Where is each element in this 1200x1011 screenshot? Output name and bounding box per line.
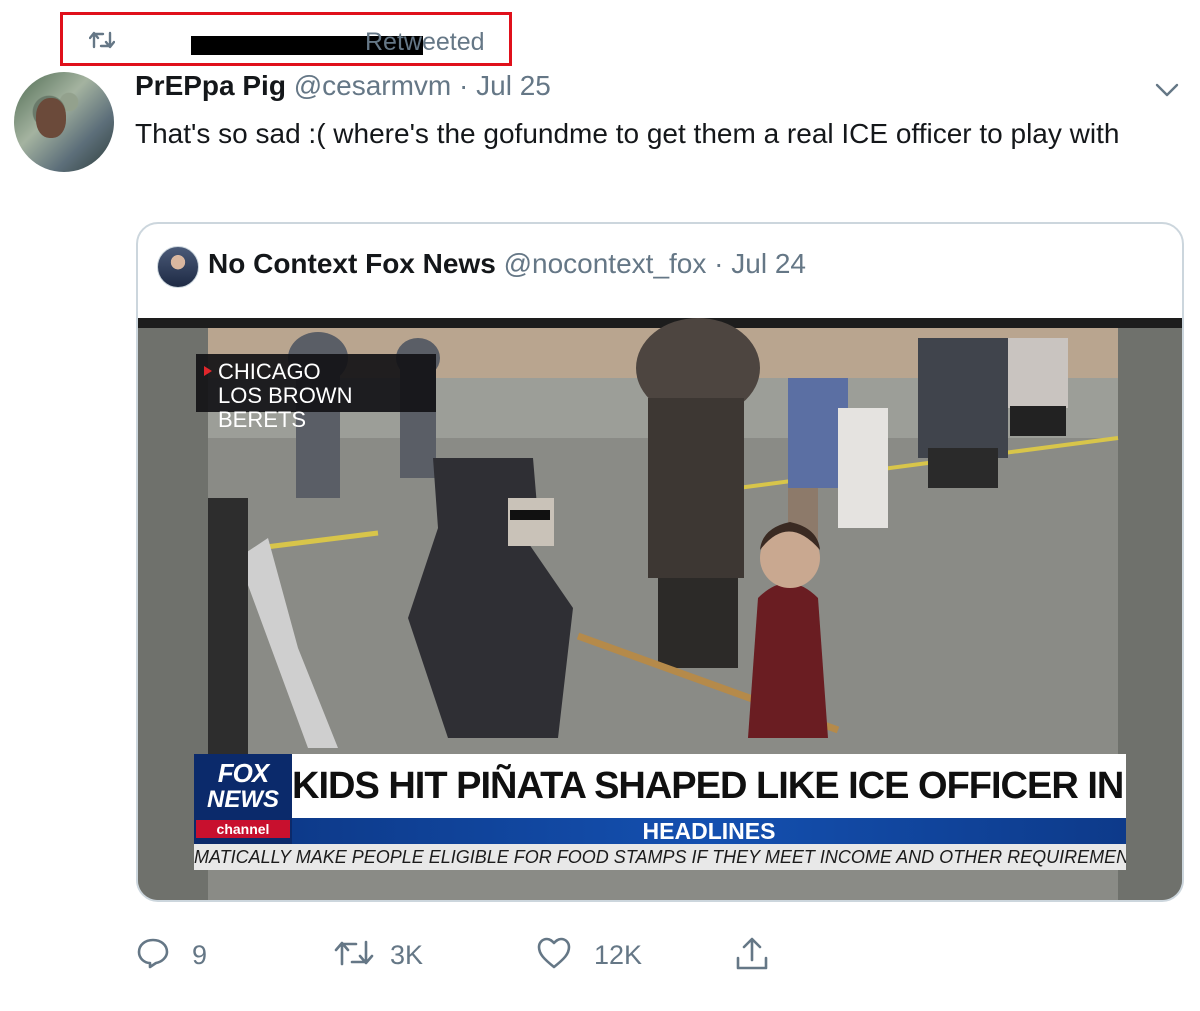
tweet-text: That's so sad :( where's the gofundme to…: [135, 118, 1120, 149]
quoted-handle[interactable]: @nocontext_fox: [504, 248, 707, 279]
avatar-face: [36, 98, 66, 138]
quoted-separator-dot: ·: [714, 248, 724, 279]
avatar[interactable]: [14, 72, 114, 172]
retweet-button[interactable]: 3K: [334, 930, 454, 982]
user-handle[interactable]: @cesarmvm: [294, 70, 452, 101]
retweeted-label: Retweeted: [365, 28, 485, 56]
location-line-2: LOS BROWN BERETS: [218, 383, 353, 432]
quoted-media-image[interactable]: CHICAGO LOS BROWN BERETS FOX NEWS channe…: [138, 318, 1182, 900]
news-ticker: MATICALLY MAKE PEOPLE ELIGIBLE FOR FOOD …: [194, 844, 1126, 870]
share-icon: [736, 937, 768, 970]
quoted-date[interactable]: Jul 24: [731, 248, 806, 279]
chyron-headline: KIDS HIT PIÑATA SHAPED LIKE ICE OFFICER …: [292, 754, 1126, 818]
quoted-display-name[interactable]: No Context Fox News: [208, 248, 496, 279]
quoted-avatar[interactable]: [157, 246, 199, 288]
tweet-header: PrEPpa Pig @cesarmvm · Jul 25: [135, 70, 551, 102]
retweet-icon: [89, 31, 115, 49]
chyron-subheadline: HEADLINES: [292, 818, 1126, 844]
quoted-header: No Context Fox News @nocontext_fox · Jul…: [208, 248, 806, 280]
chevron-down-icon[interactable]: [1154, 80, 1180, 100]
reply-button[interactable]: 9: [136, 930, 236, 982]
fox-logo-text-2: NEWS: [207, 786, 279, 813]
play-triangle-icon: [204, 366, 212, 376]
tweet-date[interactable]: Jul 25: [476, 70, 551, 101]
separator-dot: ·: [459, 70, 469, 101]
reply-icon: [137, 938, 169, 969]
tweet-actions: 9 3K 12K: [136, 930, 836, 982]
retweet-count: 3K: [390, 940, 424, 970]
reply-count: 9: [192, 940, 208, 970]
quoted-tweet-card[interactable]: No Context Fox News @nocontext_fox · Jul…: [136, 222, 1184, 902]
display-name[interactable]: PrEPpa Pig: [135, 70, 286, 101]
location-line-1: CHICAGO: [218, 359, 321, 384]
retweet-context: Retweeted: [60, 12, 512, 66]
fox-logo-text-1: FOX: [217, 758, 269, 788]
fox-news-logo: FOX NEWS channel: [194, 754, 292, 844]
like-icon: [537, 937, 571, 969]
fox-logo-text-3: channel: [196, 820, 290, 838]
location-lower-third: CHICAGO LOS BROWN BERETS: [196, 354, 436, 432]
retweet-icon: [334, 940, 374, 966]
like-button[interactable]: 12K: [536, 930, 666, 982]
like-count: 12K: [594, 940, 643, 970]
share-button[interactable]: [734, 930, 774, 982]
